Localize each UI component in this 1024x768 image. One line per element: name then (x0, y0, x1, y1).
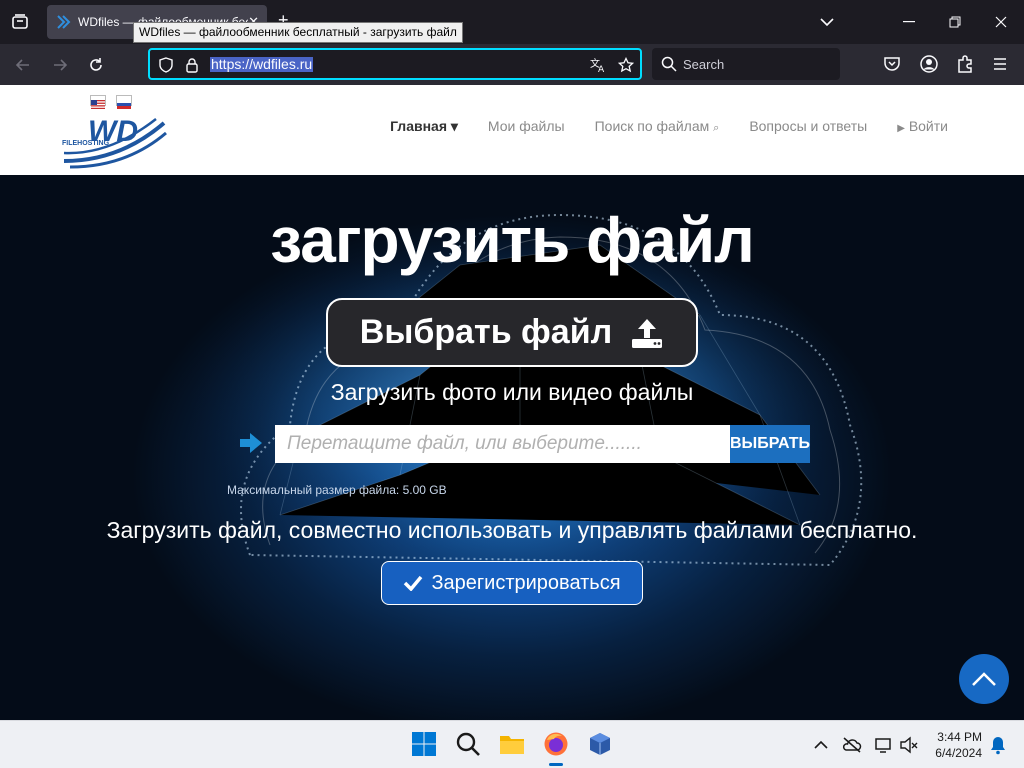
site-favicon-icon (57, 15, 71, 29)
select-file-button[interactable]: ВЫБРАТЬ (730, 425, 810, 463)
notification-bell-icon[interactable] (988, 735, 1008, 755)
active-app-indicator (549, 763, 563, 766)
url-text: https://wdfiles.ru (210, 56, 314, 72)
tab-bar: WDfiles — файлообменник бесплатный - заг… (0, 0, 1024, 44)
english-flag-icon[interactable] (90, 95, 106, 109)
site-logo[interactable]: WD FILEHOSTING (60, 109, 170, 173)
hero-tagline: Загрузить файл, совместно использовать и… (106, 517, 918, 543)
drop-file-input[interactable] (275, 425, 730, 463)
hero-section: загрузить файл Выбрать файл Загрузить фо… (0, 175, 1024, 720)
bookmark-star-icon[interactable] (618, 57, 634, 73)
site-header: WD FILEHOSTING Главная ▾ Мои файлы Поиск… (0, 85, 1024, 175)
search-placeholder: Search (683, 57, 725, 72)
menu-item-login-label: Войти (908, 118, 948, 134)
main-menu: Главная ▾ Мои файлы Поиск по файлам ⌕ Во… (390, 118, 948, 135)
chevron-up-tray-icon[interactable] (811, 735, 831, 755)
translate-icon[interactable]: 文A (590, 57, 606, 73)
pocket-icon[interactable] (882, 54, 902, 74)
back-icon[interactable] (10, 52, 36, 78)
checkmark-icon (404, 575, 423, 591)
menu-item-search[interactable]: Поиск по файлам ⌕ (595, 118, 720, 135)
search-bar[interactable]: Search (652, 48, 840, 80)
account-icon[interactable] (919, 54, 939, 74)
clock-time: 3:44 PM (937, 730, 982, 744)
tab-list-icon[interactable] (8, 10, 32, 34)
firefox-icon[interactable] (543, 731, 569, 757)
tab-tooltip: WDfiles — файлообменник бесплатный - заг… (133, 22, 463, 43)
menu-item-login[interactable]: ▶ Войти (897, 118, 948, 135)
tracking-shield-icon[interactable] (158, 57, 174, 73)
svg-text:A: A (598, 65, 605, 73)
register-button[interactable]: Зарегистрироваться (381, 561, 643, 605)
restore-icon[interactable] (932, 0, 978, 44)
register-label: Зарегистрироваться (431, 571, 621, 594)
extensions-icon[interactable] (955, 54, 975, 74)
russian-flag-icon[interactable] (116, 95, 132, 109)
close-window-icon[interactable] (978, 0, 1024, 44)
file-explorer-icon[interactable] (499, 731, 525, 757)
url-bar[interactable]: https://wdfiles.ru 文A (148, 48, 642, 80)
navigation-toolbar: https://wdfiles.ru 文A Search (0, 44, 1024, 85)
system-clock[interactable]: 3:44 PM 6/4/2024 (928, 729, 982, 761)
clock-date: 6/4/2024 (935, 746, 982, 760)
menu-item-search-label: Поиск по файлам (594, 118, 710, 134)
scroll-to-top-button[interactable] (959, 654, 1009, 704)
windows-start-icon[interactable] (411, 731, 437, 757)
taskbar-search-icon[interactable] (455, 731, 481, 757)
menu-item-home[interactable]: Главная ▾ (390, 118, 458, 135)
onedrive-offline-icon[interactable] (842, 735, 862, 755)
caret-right-icon: ▶ (897, 123, 905, 134)
network-icon[interactable] (874, 735, 894, 755)
menu-item-faq[interactable]: Вопросы и ответы (749, 118, 867, 135)
forward-icon[interactable] (47, 52, 73, 78)
list-all-tabs-icon[interactable] (804, 0, 850, 44)
windows-taskbar: 3:44 PM 6/4/2024 (0, 720, 1024, 768)
minimize-icon[interactable] (886, 0, 932, 44)
choose-file-label: Выбрать файл (359, 313, 613, 351)
hero-title: загрузить файл (270, 204, 754, 276)
logo-subtext: FILEHOSTING (62, 140, 110, 147)
arrow-right-icon (240, 433, 262, 453)
hero-subtitle: Загрузить фото или видео файлы (330, 379, 694, 405)
chevron-up-icon (972, 672, 996, 686)
menu-item-my-files[interactable]: Мои файлы (488, 118, 565, 135)
max-file-size-text: Максимальный размер файла: 5.00 GB (227, 483, 447, 497)
reload-icon[interactable] (83, 52, 109, 78)
menu-hamburger-icon[interactable] (990, 54, 1010, 74)
volume-muted-icon[interactable] (899, 735, 919, 755)
lock-icon[interactable] (184, 57, 200, 73)
search-icon: ⌕ (713, 122, 720, 134)
virtualbox-icon[interactable] (587, 731, 613, 757)
upload-icon (632, 318, 663, 348)
choose-file-button[interactable]: Выбрать файл (326, 298, 698, 367)
search-icon (661, 56, 677, 72)
web-page: WD FILEHOSTING Главная ▾ Мои файлы Поиск… (0, 85, 1024, 720)
